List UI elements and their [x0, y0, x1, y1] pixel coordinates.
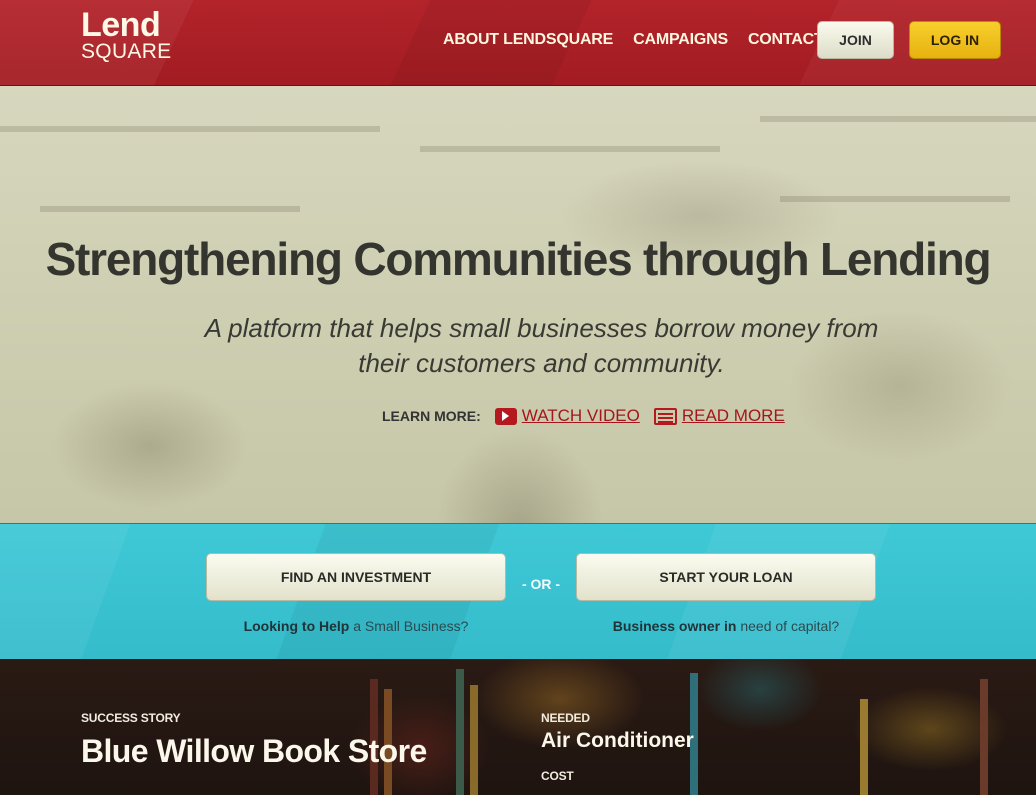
investor-caption: Looking to Help a Small Business? — [206, 618, 506, 634]
background-book — [860, 699, 868, 795]
logo-text-lend: Lend — [81, 6, 161, 44]
success-story-section: SUCCESS STORY Blue Willow Book Store ~ N… — [0, 659, 1036, 795]
read-more-link[interactable]: READ MORE — [653, 406, 785, 426]
cta-band: FIND AN INVESTMENT - OR - START YOUR LOA… — [0, 523, 1036, 659]
script-lettering-partial: ~ — [81, 779, 110, 795]
logo-text-square: SQUARE — [81, 40, 172, 63]
hero-subheadline: A platform that helps small businesses b… — [204, 313, 879, 378]
join-button[interactable]: JOIN — [817, 21, 894, 59]
main-nav: ABOUT LENDSQUARE CAMPAIGNS CONTACT — [443, 31, 824, 49]
owner-caption-rest: need of capital? — [736, 618, 840, 634]
needed-label: NEEDED — [541, 711, 590, 725]
background-shelf — [780, 196, 1010, 202]
success-story-label: SUCCESS STORY — [81, 711, 181, 725]
background-book — [980, 679, 988, 795]
document-icon — [653, 407, 677, 425]
play-icon — [494, 407, 517, 425]
background-shelf — [420, 146, 720, 152]
hero-section: Strengthening Communities through Lendin… — [0, 86, 1036, 523]
investor-caption-rest: a Small Business? — [349, 618, 469, 634]
story-title: Blue Willow Book Store — [81, 733, 427, 769]
learn-more-row: LEARN MORE: WATCH VIDEO READ MORE — [382, 406, 799, 426]
background-book — [456, 669, 464, 795]
cost-label: COST — [541, 769, 574, 783]
background-shelf — [40, 206, 300, 212]
owner-caption-bold: Business owner in — [612, 618, 737, 634]
watch-video-link[interactable]: WATCH VIDEO — [494, 406, 640, 426]
nav-contact[interactable]: CONTACT — [748, 31, 824, 49]
hero-headline: Strengthening Communities through Lendin… — [45, 233, 992, 285]
investor-caption-bold: Looking to Help — [243, 618, 350, 634]
nav-about-lendsquare[interactable]: ABOUT LENDSQUARE — [443, 31, 613, 49]
read-more-label: READ MORE — [681, 406, 785, 425]
background-shelf — [760, 116, 1036, 122]
watch-video-label: WATCH VIDEO — [521, 406, 640, 425]
nav-campaigns[interactable]: CAMPAIGNS — [633, 31, 728, 49]
needed-value: Air Conditioner — [541, 729, 694, 752]
background-shelf — [0, 126, 380, 132]
learn-more-label: LEARN MORE: — [382, 408, 481, 424]
site-header: Lend SQUARE ABOUT LENDSQUARE CAMPAIGNS C… — [0, 0, 1036, 86]
find-investment-button[interactable]: FIND AN INVESTMENT — [206, 553, 506, 601]
start-loan-button[interactable]: START YOUR LOAN — [576, 553, 876, 601]
background-book — [470, 685, 478, 795]
owner-caption: Business owner in need of capital? — [576, 618, 876, 634]
login-button[interactable]: LOG IN — [909, 21, 1001, 59]
lendsquare-logo[interactable]: Lend SQUARE — [81, 8, 172, 62]
or-separator: - OR - — [521, 576, 561, 592]
